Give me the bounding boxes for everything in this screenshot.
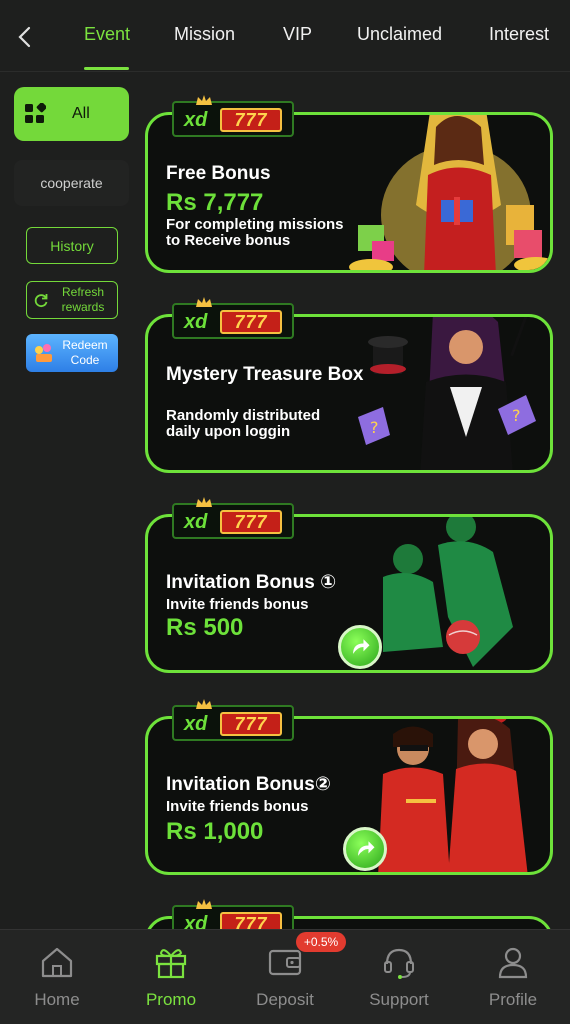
nav-profile[interactable]: Profile xyxy=(458,930,568,1024)
home-icon xyxy=(41,947,73,978)
bottom-navigation: Home Promo Deposit Support Profile xyxy=(0,929,570,1024)
tab-unclaimed[interactable]: Unclaimed xyxy=(357,24,442,45)
nav-profile-label: Profile xyxy=(488,990,538,1009)
wallet-icon xyxy=(268,949,302,976)
arrow-share-icon xyxy=(343,827,387,871)
logo-xd-text: xd xyxy=(184,311,208,333)
nav-support-label: Support xyxy=(369,990,429,1009)
chevron-left-icon xyxy=(18,26,31,48)
character-art xyxy=(383,517,513,667)
logo-777-text: 777 xyxy=(220,712,282,736)
history-label: History xyxy=(50,238,94,254)
card-description: Invite friends bonus xyxy=(166,798,309,815)
character-art: ? ? xyxy=(358,317,536,470)
character-art xyxy=(349,115,550,270)
gift-icon xyxy=(155,949,187,979)
card-amount: Rs 7,777 xyxy=(166,189,264,216)
tab-mission[interactable]: Mission xyxy=(174,24,235,45)
redeem-gift-icon xyxy=(35,344,52,362)
history-button[interactable]: History xyxy=(26,227,118,264)
deposit-bonus-badge: +0.5% xyxy=(296,932,346,952)
tab-vip[interactable]: VIP xyxy=(283,24,312,45)
promo-card-mystery-box[interactable]: ? ? xd 777 Mystery Treasure Box Randomly… xyxy=(145,297,553,473)
crown-icon xyxy=(196,899,212,909)
top-tab-bar: Event Mission VIP Unclaimed Interest xyxy=(0,0,570,72)
logo-xd-text: xd xyxy=(184,109,208,131)
redeem-code-label: Redeem Code xyxy=(62,338,108,367)
tab-event[interactable]: Event xyxy=(84,24,130,45)
xd777-logo: xd 777 xyxy=(172,95,294,137)
crown-icon xyxy=(196,497,212,507)
headset-icon xyxy=(384,948,414,979)
svg-text:?: ? xyxy=(512,406,521,425)
logo-777-text: 777 xyxy=(220,108,282,132)
logo-xd-text: xd xyxy=(184,511,208,533)
card-description: Randomly distributed daily upon loggin xyxy=(166,407,321,440)
refresh-rewards-label: Refresh rewards xyxy=(61,285,105,314)
xd777-logo: xd 777 xyxy=(172,699,294,741)
nav-home[interactable]: Home xyxy=(2,930,112,1024)
refresh-rewards-button[interactable]: Refresh rewards xyxy=(26,281,118,319)
nav-promo[interactable]: Promo xyxy=(116,930,226,1024)
crown-icon xyxy=(196,95,212,105)
grid-icon xyxy=(25,103,46,123)
logo-777-text: 777 xyxy=(220,310,282,334)
arrow-share-icon xyxy=(338,625,382,669)
nav-home-label: Home xyxy=(34,990,80,1009)
refresh-icon xyxy=(34,294,48,308)
crown-icon xyxy=(196,699,212,709)
xd777-logo: xd 777 xyxy=(172,497,294,539)
tab-interest[interactable]: Interest xyxy=(489,24,549,45)
xd777-logo: xd 777 xyxy=(172,297,294,339)
promo-card-invitation-bonus-1[interactable]: xd 777 Invitation Bonus ① Invite friends… xyxy=(145,497,553,673)
promo-card-free-bonus[interactable]: xd 777 Free Bonus Rs 7,777 For completin… xyxy=(145,95,553,273)
card-title: Invitation Bonus② xyxy=(166,774,331,795)
logo-777-text: 777 xyxy=(220,510,282,534)
card-description: For completing missions to Receive bonus xyxy=(166,216,344,249)
category-all-button[interactable]: All xyxy=(14,87,129,141)
card-title: Free Bonus xyxy=(166,163,271,184)
card-amount: Rs 500 xyxy=(166,614,244,641)
nav-support[interactable]: Support xyxy=(344,930,454,1024)
logo-xd-text: xd xyxy=(184,713,208,735)
user-icon xyxy=(498,947,528,979)
active-tab-indicator xyxy=(84,67,129,70)
nav-promo-label: Promo xyxy=(145,990,197,1009)
category-cooperate-button[interactable]: cooperate xyxy=(14,160,129,206)
back-button[interactable] xyxy=(12,22,38,52)
category-all-label: All xyxy=(72,105,90,122)
card-title: Mystery Treasure Box xyxy=(166,364,364,385)
category-cooperate-label: cooperate xyxy=(40,175,103,191)
crown-icon xyxy=(196,297,212,307)
promo-card-invitation-bonus-2[interactable]: xd 777 Invitation Bonus② Invite friends … xyxy=(145,699,553,875)
card-description: Invite friends bonus xyxy=(166,596,309,613)
nav-deposit-label: Deposit xyxy=(256,990,314,1009)
card-amount: Rs 1,000 xyxy=(166,818,264,845)
svg-text:?: ? xyxy=(370,418,379,437)
card-title: Invitation Bonus ① xyxy=(166,572,337,593)
redeem-code-button[interactable]: Redeem Code xyxy=(26,334,118,372)
